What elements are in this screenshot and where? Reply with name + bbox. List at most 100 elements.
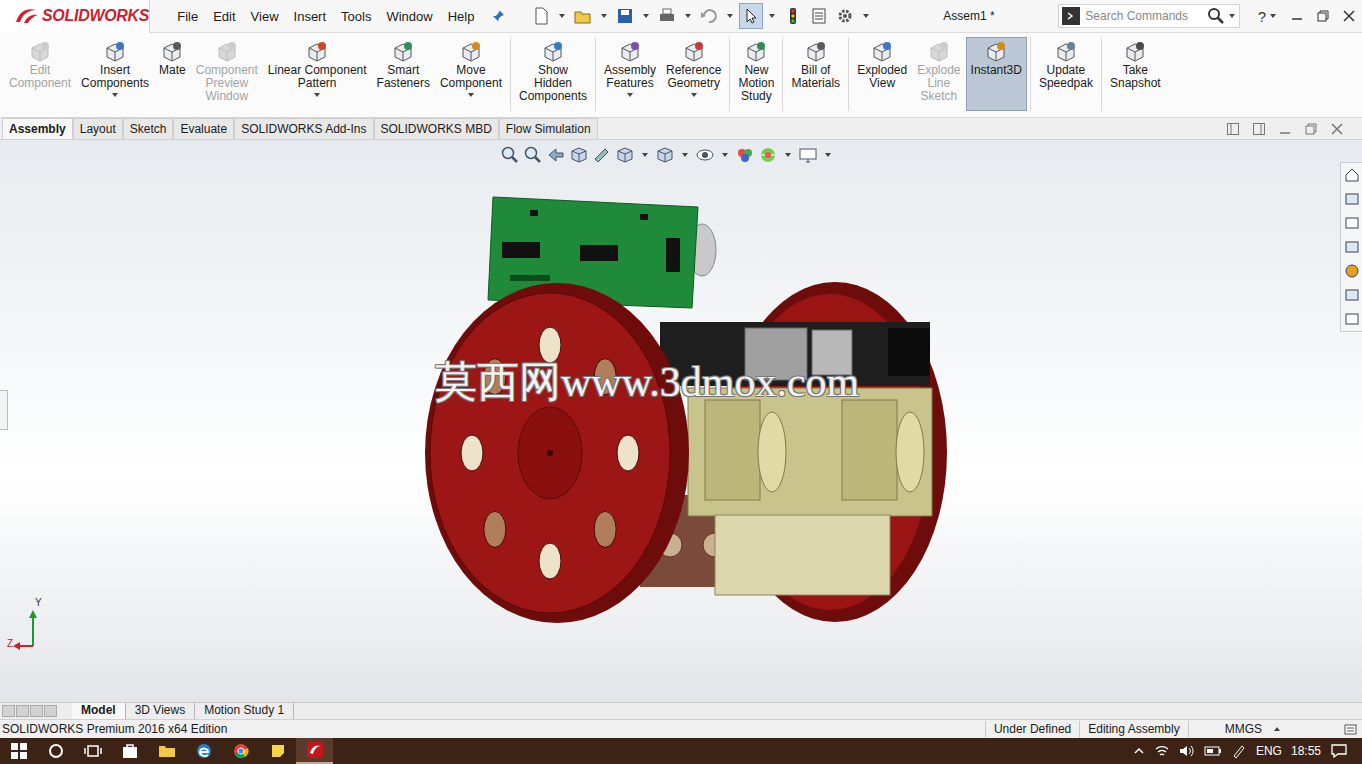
dropdown-caret-icon[interactable] bbox=[1229, 14, 1235, 18]
model-tab[interactable]: 3D Views bbox=[126, 703, 195, 719]
dropdown-caret-icon[interactable] bbox=[112, 93, 118, 97]
scroll-arrow-icon[interactable] bbox=[2, 705, 15, 717]
task-pane-button[interactable] bbox=[1341, 211, 1362, 235]
quick-tool[interactable] bbox=[833, 3, 857, 29]
ribbon-button[interactable]: ComponentPreviewWindow bbox=[191, 37, 263, 111]
quick-tool[interactable] bbox=[655, 3, 679, 29]
view-tool-icon[interactable] bbox=[546, 145, 566, 165]
dropdown-caret-icon[interactable] bbox=[314, 93, 320, 97]
ribbon-button[interactable]: MoveComponent bbox=[435, 37, 507, 111]
dropdown-caret-icon[interactable] bbox=[601, 14, 607, 18]
quick-tool[interactable] bbox=[697, 3, 721, 29]
restore-icon[interactable] bbox=[1316, 9, 1330, 23]
ribbon-button[interactable]: ExplodeLineSketch bbox=[912, 37, 965, 111]
minimize-icon[interactable] bbox=[1290, 9, 1304, 23]
wifi-icon[interactable] bbox=[1154, 744, 1170, 758]
view-tool-icon[interactable] bbox=[592, 145, 612, 165]
tab[interactable]: Sketch bbox=[123, 118, 174, 139]
ribbon-button[interactable]: UpdateSpeedpak bbox=[1034, 37, 1098, 111]
dropdown-caret-icon[interactable] bbox=[1270, 14, 1276, 18]
chevron-up-icon[interactable] bbox=[1133, 745, 1145, 757]
dropdown-caret-icon[interactable] bbox=[825, 153, 831, 157]
ribbon-button[interactable]: InsertComponents bbox=[76, 37, 154, 111]
help-button[interactable]: ? bbox=[1258, 8, 1266, 25]
tab[interactable]: Flow Simulation bbox=[499, 118, 598, 139]
input-language[interactable]: ENG bbox=[1256, 744, 1282, 758]
view-tool-icon[interactable] bbox=[523, 145, 543, 165]
edge-app[interactable] bbox=[185, 738, 222, 764]
app-logo[interactable]: SOLIDWORKS bbox=[0, 0, 150, 33]
menu-item[interactable]: Help bbox=[448, 9, 475, 24]
units-selector[interactable]: MMGS bbox=[1188, 721, 1274, 738]
menu-item[interactable]: Insert bbox=[294, 9, 327, 24]
view-tool-icon[interactable] bbox=[655, 145, 675, 165]
quick-tool[interactable] bbox=[613, 3, 637, 29]
tile-left-icon[interactable] bbox=[1226, 122, 1240, 136]
units-caret-icon[interactable] bbox=[1274, 727, 1280, 731]
task-pane-button[interactable] bbox=[1341, 187, 1362, 211]
graphics-area[interactable]: 莫西网www.3dmox.comYZ bbox=[0, 140, 1362, 702]
ribbon-button[interactable]: AssemblyFeatures bbox=[599, 37, 661, 111]
dropdown-caret-icon[interactable] bbox=[468, 93, 474, 97]
search-commands-field[interactable]: Search Commands bbox=[1058, 4, 1239, 28]
ribbon-button[interactable]: EditComponent bbox=[4, 37, 76, 111]
tab[interactable]: Assembly bbox=[2, 118, 73, 139]
scroll-arrow-icon[interactable] bbox=[44, 705, 57, 717]
task-pane-button[interactable] bbox=[1341, 235, 1362, 259]
ribbon-button[interactable]: Mate bbox=[154, 37, 191, 111]
view-tool-icon[interactable] bbox=[758, 145, 778, 165]
menu-item[interactable]: Tools bbox=[341, 9, 371, 24]
clock[interactable]: 18:55 bbox=[1291, 744, 1321, 758]
view-tool-icon[interactable] bbox=[569, 145, 589, 165]
restore-icon[interactable] bbox=[1304, 122, 1318, 136]
dropdown-caret-icon[interactable] bbox=[685, 14, 691, 18]
dropdown-caret-icon[interactable] bbox=[642, 153, 648, 157]
task-pane-button[interactable] bbox=[1341, 163, 1362, 187]
task-pane-button[interactable] bbox=[1341, 283, 1362, 307]
tab[interactable]: SOLIDWORKS MBD bbox=[374, 118, 499, 139]
dropdown-caret-icon[interactable] bbox=[785, 153, 791, 157]
dropdown-caret-icon[interactable] bbox=[727, 14, 733, 18]
tile-right-icon[interactable] bbox=[1252, 122, 1266, 136]
task-pane-button[interactable] bbox=[1341, 259, 1362, 283]
ribbon-button[interactable]: SmartFasteners bbox=[372, 37, 435, 111]
task-pane-button[interactable] bbox=[1341, 307, 1362, 331]
ribbon-button[interactable]: ShowHiddenComponents bbox=[514, 37, 592, 111]
ribbon-button[interactable]: Instant3D bbox=[966, 37, 1027, 111]
pin-icon[interactable] bbox=[492, 9, 505, 23]
dropdown-caret-icon[interactable] bbox=[863, 14, 869, 18]
dropdown-caret-icon[interactable] bbox=[643, 14, 649, 18]
ribbon-button[interactable]: NewMotionStudy bbox=[733, 37, 779, 111]
dropdown-caret-icon[interactable] bbox=[691, 93, 697, 97]
tab[interactable]: SOLIDWORKS Add-Ins bbox=[234, 118, 373, 139]
notifications-icon[interactable] bbox=[1330, 743, 1348, 759]
close-icon[interactable] bbox=[1342, 9, 1356, 23]
chrome-app[interactable] bbox=[222, 738, 259, 764]
view-tool-icon[interactable] bbox=[735, 145, 755, 165]
menu-item[interactable]: Edit bbox=[213, 9, 235, 24]
view-tool-icon[interactable] bbox=[798, 145, 818, 165]
scroll-arrow-icon[interactable] bbox=[30, 705, 43, 717]
quick-tool[interactable] bbox=[781, 3, 805, 29]
robot-assembly-model[interactable] bbox=[420, 190, 960, 630]
ribbon-button[interactable]: ReferenceGeometry bbox=[661, 37, 726, 111]
view-tool-icon[interactable] bbox=[615, 145, 635, 165]
quick-tool[interactable] bbox=[739, 3, 763, 29]
tab[interactable]: Evaluate bbox=[173, 118, 234, 139]
volume-icon[interactable] bbox=[1179, 744, 1195, 758]
battery-icon[interactable] bbox=[1204, 745, 1222, 757]
quick-tool[interactable] bbox=[571, 3, 595, 29]
dropdown-caret-icon[interactable] bbox=[627, 93, 633, 97]
scroll-arrow-icon[interactable] bbox=[16, 705, 29, 717]
dropdown-caret-icon[interactable] bbox=[769, 14, 775, 18]
sticky-notes-app[interactable] bbox=[259, 738, 296, 764]
panel-handle[interactable] bbox=[0, 390, 8, 430]
dropdown-caret-icon[interactable] bbox=[559, 14, 565, 18]
quick-tool[interactable] bbox=[807, 3, 831, 29]
store-app[interactable] bbox=[111, 738, 148, 764]
model-tab[interactable]: Model bbox=[72, 703, 126, 719]
menu-item[interactable]: Window bbox=[386, 9, 432, 24]
ribbon-button[interactable]: Linear ComponentPattern bbox=[263, 37, 372, 111]
tab[interactable]: Layout bbox=[73, 118, 123, 139]
quick-tool[interactable] bbox=[529, 3, 553, 29]
